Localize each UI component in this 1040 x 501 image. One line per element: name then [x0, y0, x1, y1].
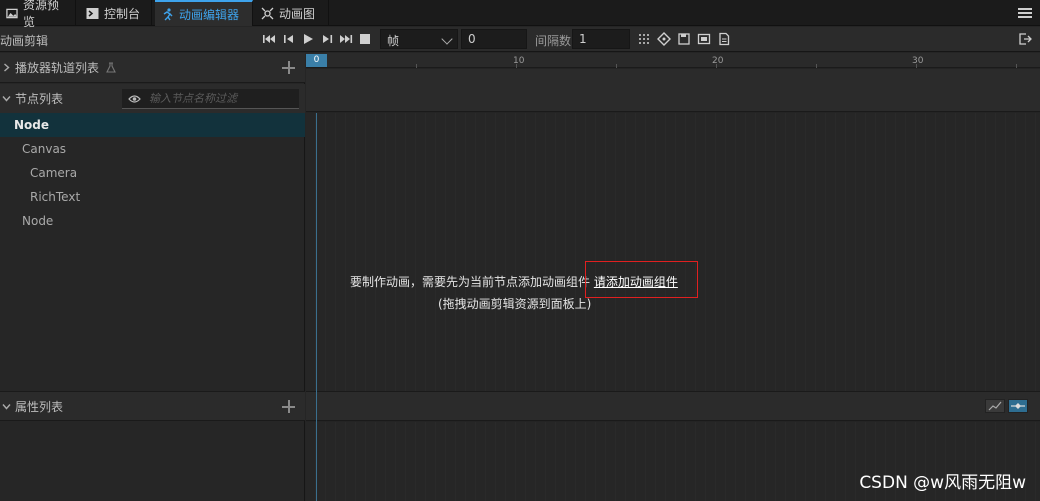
- timeline-ruler[interactable]: 0 10 20 30: [306, 53, 1040, 68]
- timeline-panel: 0 10 20 30 要制作动画，需要先为当前节点添加动画组件 请添加动画组件 …: [306, 53, 1040, 501]
- tab-label: 控制台: [104, 6, 141, 21]
- tree-node-root[interactable]: Node: [0, 113, 305, 137]
- tab-bar: 资源预览 控制台 动画编辑器 动画图: [0, 0, 1040, 29]
- tree-node-label: RichText: [30, 190, 81, 204]
- tab-label: 动画编辑器: [179, 7, 240, 22]
- ruler-tick: 20: [712, 56, 724, 66]
- add-player-track-button[interactable]: [282, 61, 295, 74]
- jump-to-end-icon[interactable]: [339, 32, 353, 46]
- property-tracks-header: [306, 391, 1040, 421]
- event-icon[interactable]: [697, 32, 711, 46]
- chevron-right-icon: [4, 63, 10, 72]
- empty-hint-text: 要制作动画，需要先为当前节点添加动画组件: [350, 275, 591, 289]
- keyframe-icon: [1011, 403, 1025, 409]
- stop-icon[interactable]: [358, 32, 372, 46]
- player-track-row: [306, 69, 1040, 112]
- terminal-icon: [86, 7, 99, 19]
- running-figure-icon: [163, 7, 173, 20]
- node-list-label: 节点列表: [15, 92, 64, 106]
- interval-input[interactable]: 1: [572, 29, 630, 49]
- tab-asset-preview[interactable]: 资源预览: [0, 0, 76, 29]
- chevron-down-icon[interactable]: [2, 94, 11, 103]
- tab-label: 动画图: [279, 6, 316, 21]
- save-icon[interactable]: [677, 32, 691, 46]
- curve-view-button[interactable]: [985, 399, 1005, 413]
- current-frame-input[interactable]: 0: [461, 29, 527, 49]
- tab-animation-editor[interactable]: 动画编辑器: [155, 0, 253, 26]
- node-filter-field[interactable]: [122, 89, 299, 109]
- left-panel: 播放器轨道列表 节点列表 Node Canvas Camera RichText…: [0, 53, 305, 501]
- interval-value: 1: [579, 32, 587, 46]
- document-icon[interactable]: [717, 32, 731, 46]
- tree-node-richtext[interactable]: RichText: [0, 185, 305, 209]
- playhead-line[interactable]: [316, 113, 317, 501]
- highlight-box: [585, 261, 698, 298]
- menu-icon[interactable]: [1018, 6, 1032, 20]
- tab-label: 资源预览: [22, 0, 59, 29]
- graph-icon: [261, 7, 274, 19]
- tree-node-label: Node: [22, 214, 54, 228]
- curve-icon: [988, 401, 1002, 411]
- node-tracks-area[interactable]: [306, 113, 1040, 391]
- ruler-tick: 30: [912, 56, 924, 66]
- eye-icon[interactable]: [128, 94, 141, 104]
- current-frame-value: 0: [468, 32, 476, 46]
- frame-unit-value: 帧: [387, 34, 400, 48]
- play-icon[interactable]: [301, 32, 315, 46]
- tree-node-node[interactable]: Node: [0, 209, 305, 233]
- node-filter-input[interactable]: [149, 92, 289, 105]
- previous-frame-icon[interactable]: [282, 32, 296, 46]
- property-list-label: 属性列表: [15, 399, 64, 414]
- property-list-header: 属性列表: [0, 391, 305, 421]
- next-frame-icon[interactable]: [320, 32, 334, 46]
- picture-icon: [6, 8, 18, 18]
- tree-node-label: Canvas: [22, 142, 67, 156]
- jump-to-start-icon[interactable]: [262, 32, 276, 46]
- tree-node-canvas[interactable]: Canvas: [0, 137, 305, 161]
- animation-toolbar: 动画剪辑 帧 0 间隔数 1: [0, 27, 1040, 52]
- keyframe-view-button[interactable]: [1008, 399, 1028, 413]
- panel-title: 动画剪辑: [0, 34, 49, 48]
- player-tracks-header[interactable]: 播放器轨道列表: [0, 53, 305, 83]
- interval-label: 间隔数: [535, 34, 572, 48]
- exit-icon[interactable]: [1018, 32, 1032, 46]
- empty-hint-subtext: (拖拽动画剪辑资源到面板上): [438, 297, 592, 311]
- node-list-header: 节点列表: [0, 84, 305, 114]
- timeline-cursor[interactable]: 0: [306, 54, 327, 67]
- ruler-tick: 10: [513, 56, 525, 66]
- chevron-down-icon: [441, 33, 453, 45]
- watermark: CSDN @w风雨无阻w: [859, 473, 1026, 493]
- tab-console[interactable]: 控制台: [80, 0, 152, 26]
- tree-node-label: Node: [14, 118, 50, 132]
- tab-animation-graph[interactable]: 动画图: [255, 0, 329, 26]
- tree-node-label: Camera: [30, 166, 78, 180]
- grid-dots-icon[interactable]: [637, 32, 651, 46]
- add-property-button[interactable]: [282, 400, 295, 413]
- tree-node-camera[interactable]: Camera: [0, 161, 305, 185]
- flask-icon: [106, 61, 116, 73]
- chevron-down-icon[interactable]: [2, 402, 11, 411]
- frame-unit-select[interactable]: 帧: [380, 29, 458, 49]
- keyframe-diamond-icon[interactable]: [657, 32, 671, 46]
- player-tracks-label: 播放器轨道列表: [15, 61, 100, 75]
